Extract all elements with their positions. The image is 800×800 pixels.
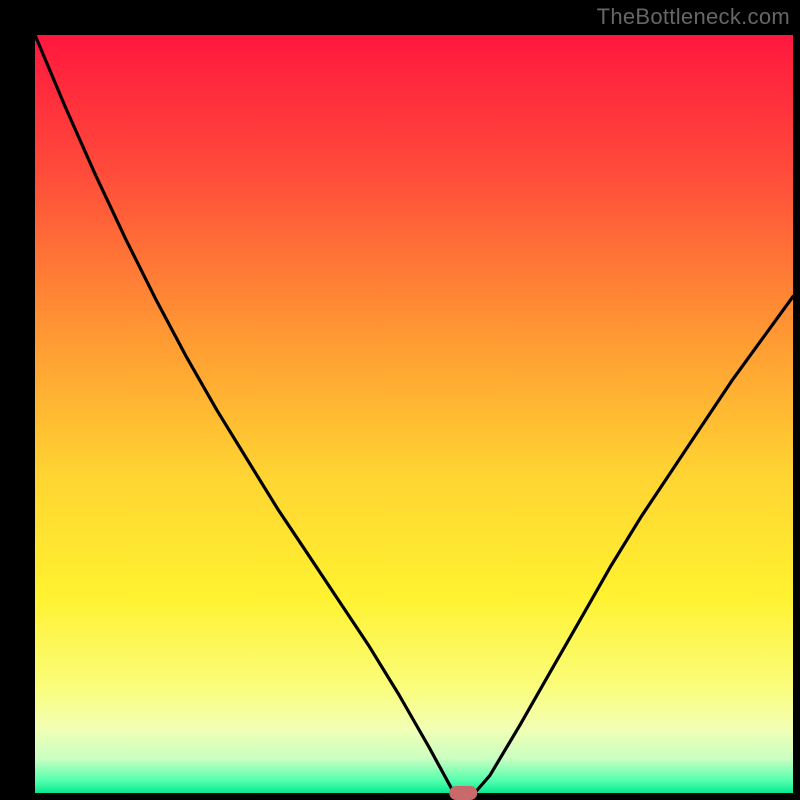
chart-frame: TheBottleneck.com [0, 0, 800, 800]
chart-canvas [0, 0, 800, 800]
optimum-marker [449, 786, 477, 800]
